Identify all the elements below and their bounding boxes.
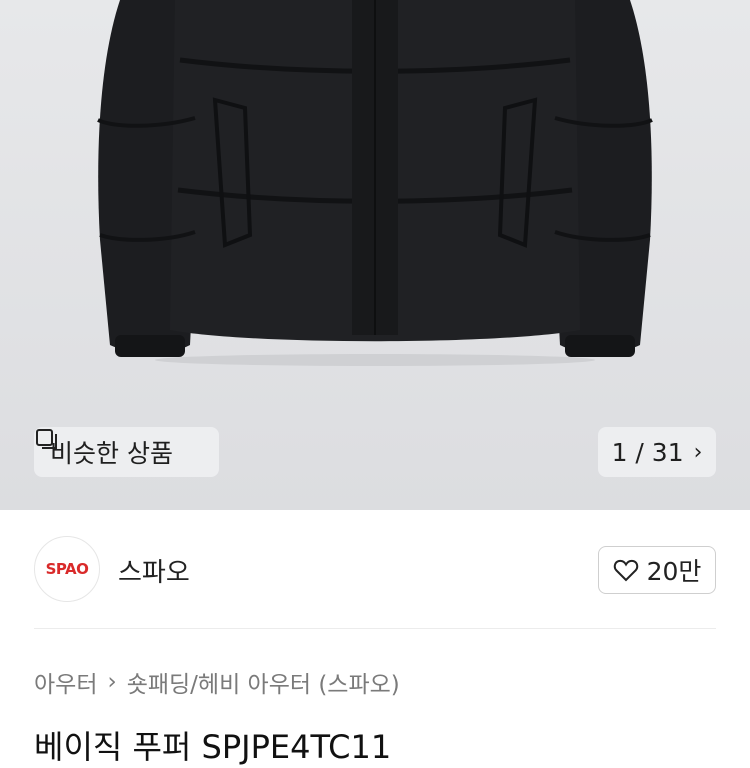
like-button[interactable]: 20만 bbox=[598, 546, 716, 594]
image-pager-button[interactable]: 1 / 31 › bbox=[598, 427, 716, 477]
brand-name[interactable]: 스파오 bbox=[118, 552, 190, 589]
like-count: 20만 bbox=[646, 557, 702, 586]
brand-logo-text: SPAO bbox=[45, 560, 89, 578]
chevron-right-icon: › bbox=[693, 439, 703, 465]
brand-logo[interactable]: SPAO bbox=[34, 536, 100, 602]
similar-items-icon bbox=[36, 429, 57, 449]
image-pager-count: 1 / 31 bbox=[611, 437, 684, 467]
section-divider bbox=[34, 628, 716, 629]
brand-row: SPAO 스파오 20만 bbox=[0, 530, 750, 610]
product-image-gallery[interactable]: 비슷한 상품 1 / 31 › bbox=[0, 0, 750, 510]
chevron-right-icon: › bbox=[107, 669, 117, 695]
product-title: 베이직 푸퍼 SPJPE4TC11 bbox=[34, 728, 392, 766]
breadcrumb-item-padding[interactable]: 숏패딩/헤비 아우터 (스파오) bbox=[127, 665, 400, 699]
similar-items-button[interactable]: 비슷한 상품 bbox=[34, 427, 219, 477]
breadcrumb-item-outer[interactable]: 아우터 bbox=[34, 665, 97, 699]
similar-items-label: 비슷한 상품 bbox=[50, 439, 173, 468]
breadcrumb: 아우터 › 숏패딩/헤비 아우터 (스파오) bbox=[34, 665, 400, 699]
heart-icon bbox=[613, 559, 638, 582]
